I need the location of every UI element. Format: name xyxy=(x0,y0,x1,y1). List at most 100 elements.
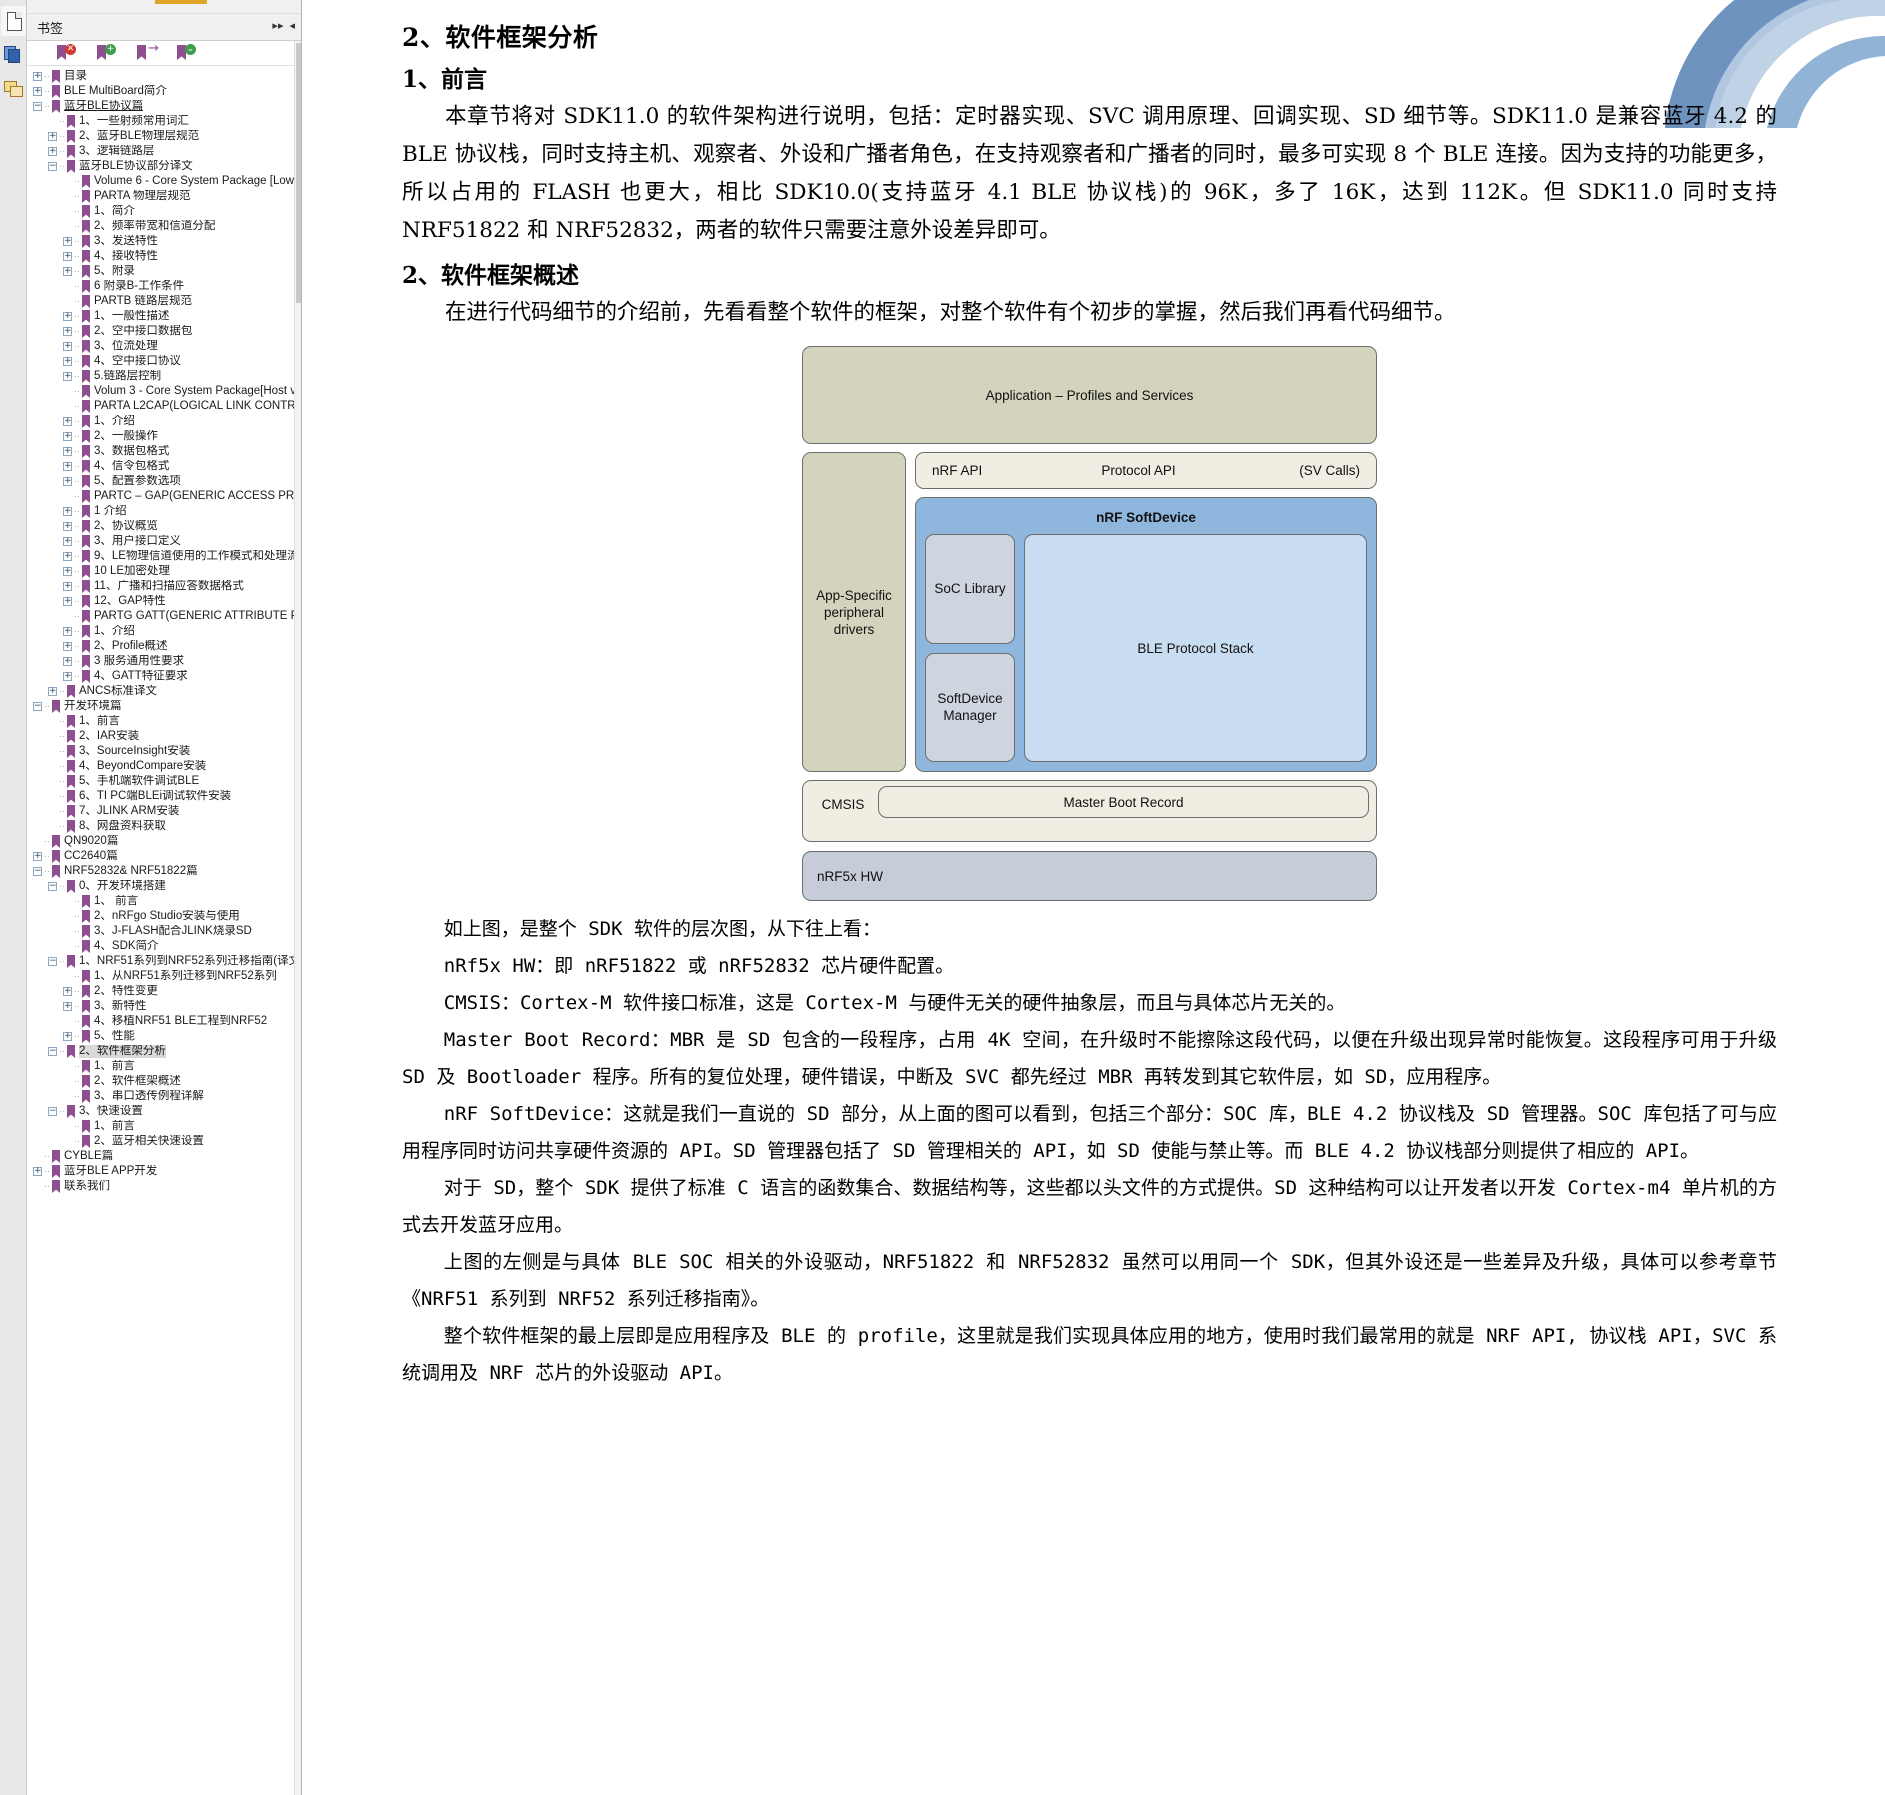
expand-icon[interactable]: + xyxy=(63,672,72,681)
delete-bookmark-button[interactable]: ✕ xyxy=(57,44,76,62)
bookmark-item[interactable]: ·· 2、蓝牙相关快速设置 xyxy=(27,1134,294,1149)
collapse-icon[interactable]: − xyxy=(33,102,42,111)
expand-icon[interactable]: + xyxy=(63,522,72,531)
collapse-icon[interactable]: − xyxy=(33,867,42,876)
document-view[interactable]: 2、软件框架分析 1、前言 本章节将对 SDK11.0 的软件架构进行说明，包括… xyxy=(302,0,1885,1795)
bookmark-item[interactable]: + ·· 3 服务通用性要求 xyxy=(27,654,294,669)
bookmark-item[interactable]: + ·· 2、协议概览 xyxy=(27,519,294,534)
expand-icon[interactable]: + xyxy=(63,507,72,516)
bookmark-item[interactable]: ·· 3、SourceInsight安装 xyxy=(27,744,294,759)
bookmark-item[interactable]: + ·· 5、性能 xyxy=(27,1029,294,1044)
bookmark-item[interactable]: − ·· 蓝牙BLE协议篇 xyxy=(27,99,294,114)
expand-icon[interactable]: + xyxy=(63,567,72,576)
bookmark-tree[interactable]: + ·· 目录 + ·· BLE MultiBoard简介 − ·· 蓝牙BLE协议篇 ·· 1、一… xyxy=(27,67,294,1795)
expand-icon[interactable]: + xyxy=(48,147,57,156)
bookmark-item[interactable]: + ·· 3、数据包格式 xyxy=(27,444,294,459)
bookmark-item[interactable]: − ·· 3、快速设置 xyxy=(27,1104,294,1119)
expand-icon[interactable]: + xyxy=(63,987,72,996)
bookmark-item[interactable]: ·· 2、nRFgo Studio安装与使用 xyxy=(27,909,294,924)
expand-icon[interactable]: + xyxy=(63,537,72,546)
expand-icon[interactable]: + xyxy=(63,342,72,351)
expand-icon[interactable]: + xyxy=(48,687,57,696)
bookmark-item[interactable]: ·· 5、手机端软件调试BLE xyxy=(27,774,294,789)
bookmark-item[interactable]: + ·· 目录 xyxy=(27,69,294,84)
expand-icon[interactable]: + xyxy=(33,1167,42,1176)
bookmark-item[interactable]: − ·· 蓝牙BLE协议部分译文 xyxy=(27,159,294,174)
page-thumbnails-icon[interactable] xyxy=(0,6,26,36)
bookmark-item[interactable]: + ·· ANCS标准译文 xyxy=(27,684,294,699)
bookmark-item[interactable]: − ·· 开发环境篇 xyxy=(27,699,294,714)
edit-bookmark-button[interactable]: ⌄ xyxy=(177,44,196,62)
bookmark-item[interactable]: − ·· 1、NRF51系列到NRF52系列迁移指南(译文) xyxy=(27,954,294,969)
bookmark-item[interactable]: ·· 1、一些射频常用词汇 xyxy=(27,114,294,129)
bookmark-item[interactable]: + ·· 蓝牙BLE APP开发 xyxy=(27,1164,294,1179)
bookmark-item[interactable]: ·· Volum 3 - Core System Package[Host vol… xyxy=(27,384,294,399)
bookmark-item[interactable]: + ·· 2、蓝牙BLE物理层规范 xyxy=(27,129,294,144)
expand-icon[interactable]: + xyxy=(63,582,72,591)
expand-icon[interactable]: + xyxy=(63,642,72,651)
bookmark-item[interactable]: − ·· NRF52832& NRF51822篇 xyxy=(27,864,294,879)
bookmark-item[interactable]: ·· 2、频率带宽和信道分配 xyxy=(27,219,294,234)
bookmark-item[interactable]: ·· 4、SDK简介 xyxy=(27,939,294,954)
close-panel-icon[interactable]: ◂ xyxy=(289,21,295,32)
bookmark-item[interactable]: + ·· 11、广播和扫描应答数据格式 xyxy=(27,579,294,594)
bookmark-item[interactable]: ·· 7、JLINK ARM安装 xyxy=(27,804,294,819)
collapse-icon[interactable]: − xyxy=(48,1047,57,1056)
expand-icon[interactable]: + xyxy=(63,252,72,261)
expand-icon[interactable]: + xyxy=(63,657,72,666)
collapse-all-icon[interactable]: ▸▸ xyxy=(272,21,283,32)
bookmark-item[interactable]: + ·· 12、GAP特性 xyxy=(27,594,294,609)
bookmark-item[interactable]: + ·· 9、LE物理信道使用的工作模式和处理流程 xyxy=(27,549,294,564)
bookmark-item[interactable]: ·· 6、TI PC端BLEi调试软件安装 xyxy=(27,789,294,804)
expand-icon[interactable]: + xyxy=(63,477,72,486)
pages-panel-icon[interactable] xyxy=(1,40,26,70)
bookmark-item[interactable]: + ·· 4、GATT特征要求 xyxy=(27,669,294,684)
bookmark-item[interactable]: ·· 1、从NRF51系列迁移到NRF52系列 xyxy=(27,969,294,984)
bookmark-item[interactable]: ·· 3、串口透传例程详解 xyxy=(27,1089,294,1104)
bookmark-item[interactable]: ·· QN9020篇 xyxy=(27,834,294,849)
expand-icon[interactable]: + xyxy=(63,237,72,246)
bookmark-item[interactable]: ·· CYBLE篇 xyxy=(27,1149,294,1164)
expand-icon[interactable]: + xyxy=(63,357,72,366)
bookmark-item[interactable]: ·· PARTC – GAP(GENERIC ACCESS PROFILE) xyxy=(27,489,294,504)
bookmark-item[interactable]: ·· 1、 前言 xyxy=(27,894,294,909)
bookmark-item[interactable]: ·· Volume 6 - Core System Package [Low En… xyxy=(27,174,294,189)
bookmark-item[interactable]: + ·· CC2640篇 xyxy=(27,849,294,864)
bookmark-item[interactable]: ·· 2、软件框架概述 xyxy=(27,1074,294,1089)
bookmark-item[interactable]: + ·· 1 介绍 xyxy=(27,504,294,519)
expand-icon[interactable]: + xyxy=(63,267,72,276)
bookmark-item[interactable]: − ·· 2、软件框架分析 xyxy=(27,1044,294,1059)
expand-icon[interactable]: + xyxy=(48,132,57,141)
bookmark-item[interactable]: + ·· 1、介绍 xyxy=(27,624,294,639)
expand-icon[interactable]: + xyxy=(63,597,72,606)
bookmark-item[interactable]: + ·· 5、配置参数选项 xyxy=(27,474,294,489)
bookmarks-scrollbar[interactable] xyxy=(294,41,301,1795)
expand-icon[interactable]: + xyxy=(63,462,72,471)
bookmark-item[interactable]: + ·· 4、空中接口协议 xyxy=(27,354,294,369)
expand-icon[interactable]: + xyxy=(33,72,42,81)
bookmark-item[interactable]: ·· PARTG GATT(GENERIC ATTRIBUTE PROFILE xyxy=(27,609,294,624)
expand-icon[interactable]: + xyxy=(63,312,72,321)
expand-icon[interactable]: + xyxy=(33,87,42,96)
bookmark-item[interactable]: ·· PARTB 链路层规范 xyxy=(27,294,294,309)
bookmark-item[interactable]: + ·· 3、发送特性 xyxy=(27,234,294,249)
bookmark-item[interactable]: + ·· 3、新特性 xyxy=(27,999,294,1014)
bookmark-item[interactable]: + ·· BLE MultiBoard简介 xyxy=(27,84,294,99)
bookmark-item[interactable]: ·· PARTA L2CAP(LOGICAL LINK CONTROL AND xyxy=(27,399,294,414)
bookmark-item[interactable]: ·· 3、J-FLASH配合JLINK烧录SD xyxy=(27,924,294,939)
bookmark-item[interactable]: + ·· 3、逻辑链路层 xyxy=(27,144,294,159)
collapse-icon[interactable]: − xyxy=(33,702,42,711)
bookmark-item[interactable]: + ·· 3、位流处理 xyxy=(27,339,294,354)
bookmark-item[interactable]: + ·· 5.链路层控制 xyxy=(27,369,294,384)
bookmark-item[interactable]: ·· 1、前言 xyxy=(27,1119,294,1134)
bookmark-item[interactable]: + ·· 5、附录 xyxy=(27,264,294,279)
scrollbar-thumb[interactable] xyxy=(296,43,301,303)
expand-icon[interactable]: + xyxy=(63,447,72,456)
collapse-icon[interactable]: − xyxy=(48,957,57,966)
collapse-icon[interactable]: − xyxy=(48,162,57,171)
bookmark-item[interactable]: ·· 4、移植NRF51 BLE工程到NRF52 xyxy=(27,1014,294,1029)
expand-icon[interactable]: + xyxy=(63,372,72,381)
expand-icon[interactable]: + xyxy=(33,852,42,861)
comments-panel-icon[interactable] xyxy=(1,74,26,104)
bookmark-item[interactable]: ·· 4、BeyondCompare安装 xyxy=(27,759,294,774)
